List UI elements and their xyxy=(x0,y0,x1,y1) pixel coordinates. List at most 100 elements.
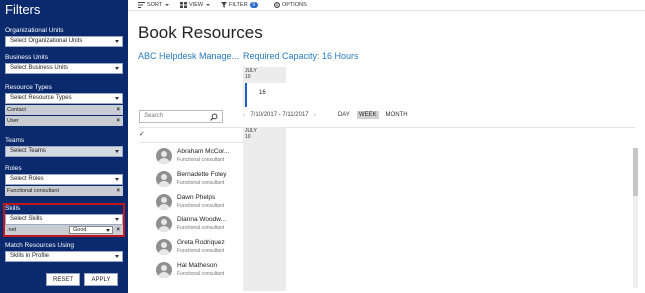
chevron-down-icon xyxy=(106,229,110,232)
resource-types-label: Resource Types xyxy=(5,84,52,91)
avatar xyxy=(156,262,172,278)
roles-select[interactable]: Select Roles xyxy=(5,174,123,185)
reset-button[interactable]: RESET xyxy=(46,273,80,286)
chevron-down-icon xyxy=(115,178,119,181)
resource-name: Dianna Woodw... xyxy=(177,216,227,223)
teams-select[interactable]: Select Teams xyxy=(5,146,123,157)
chevron-down-icon xyxy=(115,40,119,43)
chevron-down-icon xyxy=(115,97,119,100)
skills-select[interactable]: Select Skills xyxy=(5,214,123,225)
org-units-label: Organizational Units xyxy=(5,27,64,34)
sort-button[interactable]: SORT xyxy=(138,1,170,9)
skill-name: .net xyxy=(7,227,17,233)
filter-icon xyxy=(221,2,227,8)
resource-role: Functional consultant xyxy=(177,157,225,163)
resource-role: Functional consultant xyxy=(177,203,225,209)
teams-filter: Teams Select Teams xyxy=(5,137,123,157)
resource-types-filter: Resource Types Select Resource Types Con… xyxy=(5,84,123,126)
match-resources-label: Match Resources Using xyxy=(5,242,74,249)
chevron-down-icon xyxy=(206,4,211,6)
avatar xyxy=(156,239,172,255)
avatar xyxy=(156,148,172,164)
view-button[interactable]: VIEW xyxy=(180,1,211,9)
roles-filter: Roles Select Roles Functional consultant… xyxy=(5,165,123,196)
chevron-down-icon xyxy=(115,150,119,153)
filter-button[interactable]: FILTER 0 xyxy=(221,1,259,9)
avatar xyxy=(156,194,172,210)
gear-icon xyxy=(274,2,280,8)
summary-date-header: JULY 10 xyxy=(245,68,257,80)
avatar xyxy=(156,171,172,187)
view-day-button[interactable]: DAY xyxy=(336,111,352,119)
search-icon[interactable] xyxy=(210,113,218,121)
resource-role: Functional consultant xyxy=(177,248,225,254)
grid-date-column: JULY 10 xyxy=(243,127,286,291)
apply-button[interactable]: APPLY xyxy=(84,273,118,286)
chevron-down-icon xyxy=(115,218,119,221)
scrollbar-thumb[interactable] xyxy=(633,148,638,196)
business-units-filter: Business Units Select Business Units xyxy=(5,54,123,74)
chevron-down-icon xyxy=(115,67,119,70)
search-input[interactable]: Search xyxy=(139,110,223,123)
search-placeholder: Search xyxy=(144,113,164,119)
view-week-button[interactable]: WEEK xyxy=(356,111,379,119)
business-units-select[interactable]: Select Business Units xyxy=(5,63,123,74)
date-range-label: 7/10/2017 - 7/11/2017 xyxy=(250,112,309,118)
skill-rating-select[interactable]: Good xyxy=(69,226,113,234)
resource-row[interactable]: Abraham McCor... Functional consultant xyxy=(156,146,242,168)
resource-role: Functional consultant xyxy=(177,271,225,277)
close-icon[interactable]: × xyxy=(116,105,120,115)
teams-label: Teams xyxy=(5,137,25,144)
resource-name: Hal Matheson xyxy=(177,262,218,269)
role-chip: Functional consultant × xyxy=(5,186,123,196)
page-title: Book Resources xyxy=(138,23,263,42)
skills-filter: Skills Select Skills xyxy=(5,205,123,225)
resource-row[interactable]: Dianna Woodw... Functional consultant xyxy=(156,214,242,236)
resource-row[interactable]: Dawn Phelps Functional consultant xyxy=(156,192,242,214)
business-units-label: Business Units xyxy=(5,54,48,61)
resource-name: Dawn Phelps xyxy=(177,194,216,201)
resource-row[interactable]: Bernadette Foley Functional consultant xyxy=(156,169,242,191)
filters-panel: Filters Organizational Units Select Orga… xyxy=(0,0,128,293)
resource-type-chip: User × xyxy=(5,116,123,126)
roles-label: Roles xyxy=(5,165,22,172)
resource-name: Abraham McCor... xyxy=(177,148,230,155)
chevron-down-icon xyxy=(165,4,170,6)
required-capacity: Required Capacity: 16 Hours xyxy=(243,51,359,61)
command-bar: SORT VIEW FILTER 0 OPTIONS xyxy=(128,0,645,11)
close-icon[interactable]: × xyxy=(116,186,120,196)
skills-label: Skills xyxy=(5,205,21,212)
vertical-scrollbar[interactable] xyxy=(633,148,638,288)
requirement-name-link[interactable]: ABC Helpdesk Manage... xyxy=(138,51,239,61)
match-resources-select[interactable]: Skills in Profile xyxy=(5,251,123,262)
resource-name: Greta Rodriquez xyxy=(177,239,225,246)
header-divider xyxy=(139,142,243,143)
previous-arrow-icon[interactable]: ‹ xyxy=(243,112,245,119)
org-units-select[interactable]: Select Organizational Units xyxy=(5,36,123,47)
resource-role: Functional consultant xyxy=(177,180,225,186)
requirement-summary-column: JULY 10 16 xyxy=(243,67,286,107)
filter-count-badge: 0 xyxy=(249,2,259,8)
view-month-button[interactable]: MONTH xyxy=(384,111,410,119)
resource-row[interactable]: Hal Matheson Functional consultant xyxy=(156,260,242,282)
resource-name: Bernadette Foley xyxy=(177,171,227,178)
next-arrow-icon[interactable]: › xyxy=(314,112,316,119)
close-icon[interactable]: × xyxy=(116,116,120,126)
chevron-down-icon xyxy=(115,255,119,258)
avatar xyxy=(156,216,172,232)
resource-type-chip: Contact × xyxy=(5,105,123,115)
close-icon[interactable]: × xyxy=(116,225,120,235)
date-navigator: ‹ 7/10/2017 - 7/11/2017 › DAY WEEK MONTH xyxy=(243,111,410,119)
filters-title: Filters xyxy=(5,2,41,17)
skill-chip: .net Good × xyxy=(5,225,123,235)
resource-types-select[interactable]: Select Resource Types xyxy=(5,93,123,104)
view-icon xyxy=(180,2,187,8)
org-units-filter: Organizational Units Select Organization… xyxy=(5,27,123,47)
sort-icon xyxy=(138,2,145,8)
options-button[interactable]: OPTIONS xyxy=(274,1,307,9)
grid-date-header: JULY 10 xyxy=(245,128,257,140)
match-resources-filter: Match Resources Using Skills in Profile xyxy=(5,242,123,262)
resource-role: Functional consultant xyxy=(177,225,225,231)
resource-row[interactable]: Greta Rodriquez Functional consultant xyxy=(156,237,242,259)
summary-hours-cell: 16 xyxy=(245,83,286,107)
